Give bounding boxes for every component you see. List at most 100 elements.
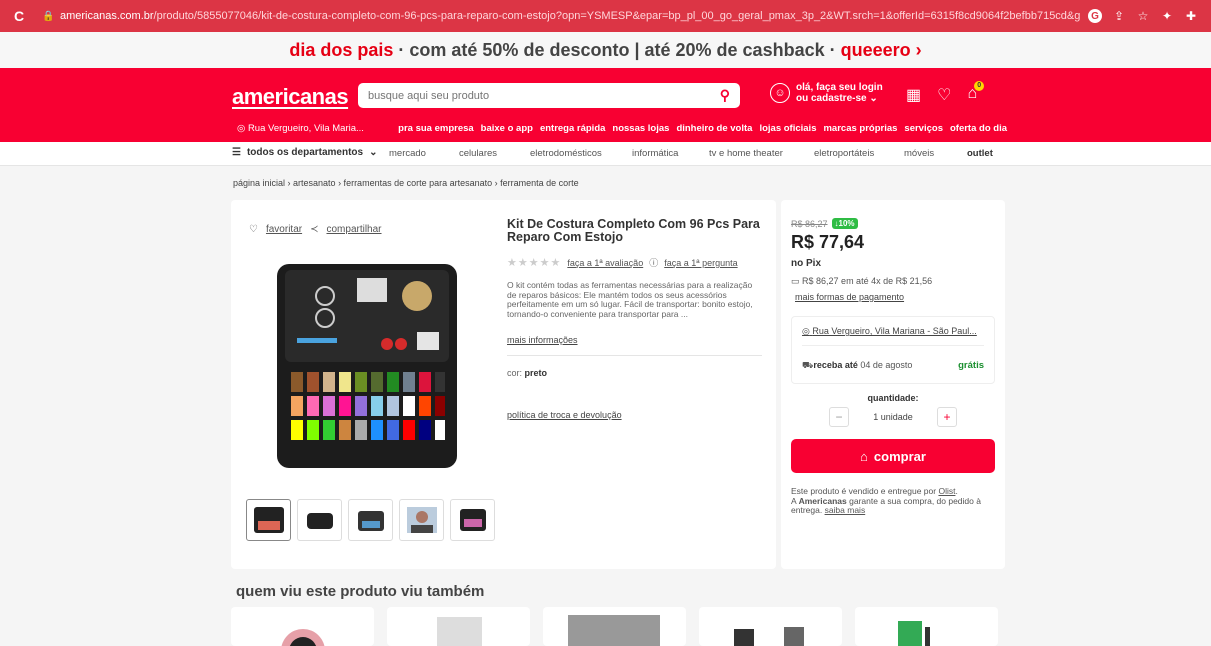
seller-brand: Americanas	[798, 495, 847, 506]
question-icon: ⓘ	[649, 258, 659, 268]
quantity-value: 1 unidade	[873, 412, 913, 422]
cart-count: 0	[974, 81, 985, 91]
heart-icon[interactable]: ♡	[249, 224, 258, 235]
product-actions: ♡ favoritar ≺ compartilhar	[249, 224, 382, 235]
reload-icon[interactable]: C	[14, 8, 32, 24]
header-nav-link[interactable]: baixe o app	[481, 123, 533, 134]
rating-row: ★★★★★ faça a 1ª avaliação ⓘ faça a 1ª pe…	[507, 256, 762, 269]
installments-text: R$ 86,27 em até 4x de R$ 21,56	[802, 276, 933, 286]
thumbnail[interactable]	[297, 499, 342, 541]
ask-link[interactable]: faça a 1ª pergunta	[664, 258, 737, 268]
return-policy-link[interactable]: política de troca e devolução	[507, 410, 762, 420]
recommendation-card[interactable]	[699, 607, 842, 646]
location-link[interactable]: ◎ Rua Vergueiro, Vila Maria...	[237, 123, 398, 134]
product-image[interactable]	[267, 256, 467, 476]
dept-item[interactable]: eletroportáteis	[814, 148, 874, 159]
heart-icon[interactable]: ♡	[937, 85, 951, 105]
recommendation-card[interactable]	[387, 607, 530, 646]
rate-link[interactable]: faça a 1ª avaliação	[567, 258, 643, 268]
puzzle-icon[interactable]: ✚	[1184, 9, 1198, 23]
header-nav-link[interactable]: pra sua empresa	[398, 123, 474, 134]
also-viewed-title: quem viu este produto viu também	[236, 583, 485, 600]
favorite-link[interactable]: favoritar	[266, 224, 302, 235]
header-nav: ◎ Rua Vergueiro, Vila Maria... pra sua e…	[237, 123, 1007, 134]
share-icon[interactable]: ⇪	[1112, 9, 1126, 23]
quantity-stepper: − 1 unidade +	[829, 407, 957, 427]
color-info: cor: preto	[507, 368, 762, 378]
old-price-row: R$ 86,27 ↓10%	[791, 218, 995, 229]
recommendation-card[interactable]	[231, 607, 374, 646]
decrease-button[interactable]: −	[829, 407, 849, 427]
search-input[interactable]	[368, 89, 720, 102]
seller-link[interactable]: Olist	[938, 486, 955, 496]
header-nav-link[interactable]: marcas próprias	[823, 123, 897, 134]
shipping-cost: grátis	[958, 360, 984, 371]
recommendation-card[interactable]	[855, 607, 998, 646]
header-nav-link[interactable]: oferta do dia	[950, 123, 1007, 134]
cart-icon[interactable]: ⌂ 0	[967, 81, 985, 105]
header-links: pra sua empresa baixe o app entrega rápida…	[398, 123, 1007, 134]
divider	[507, 355, 762, 356]
header-nav-link[interactable]: dinheiro de volta	[676, 123, 752, 134]
dept-item[interactable]: tv e home theater	[709, 148, 783, 159]
pix-label: no Pix	[791, 258, 822, 269]
shipping-box: ◎ Rua Vergueiro, Vila Mariana - São Paul…	[791, 316, 995, 384]
url-path: /produto/5855077046/kit-de-costura-compl…	[153, 10, 1080, 22]
thumbnail[interactable]	[348, 499, 393, 541]
lock-icon: 🔒	[42, 10, 55, 22]
dept-item[interactable]: informática	[632, 148, 678, 159]
dept-item[interactable]: eletrodomésticos	[530, 148, 602, 159]
shipping-address[interactable]: ◎ Rua Vergueiro, Vila Mariana - São Paul…	[802, 326, 977, 337]
dept-item[interactable]: móveis	[904, 148, 934, 159]
increase-button[interactable]: +	[936, 407, 957, 427]
site-header: americanas ⚲ ☺ olá, faça seu login ou ca…	[0, 68, 1211, 142]
discount-badge: ↓10%	[831, 218, 858, 229]
header-nav-link[interactable]: nossas lojas	[612, 123, 669, 134]
header-nav-link[interactable]: serviços	[904, 123, 943, 134]
dept-item[interactable]: celulares	[459, 148, 497, 159]
login-line1: olá, faça seu login	[796, 82, 883, 93]
promo-highlight: dia dos pais	[289, 40, 394, 60]
header-nav-link[interactable]: entrega rápida	[540, 123, 605, 134]
header-icons: ▦ ♡ ⌂ 0	[906, 81, 985, 105]
dept-item[interactable]: outlet	[967, 148, 993, 159]
promo-cta: queeero ›	[840, 40, 922, 60]
installments: ▭ R$ 86,27 em até 4x de R$ 21,56	[791, 276, 995, 287]
store-icon[interactable]: ▦	[906, 85, 921, 105]
seller-text: Este produto é vendido e entregue por	[791, 486, 939, 496]
more-payment-link[interactable]: mais formas de pagamento	[795, 292, 995, 302]
chevron-down-icon: ⌄	[369, 147, 378, 158]
user-icon: ☺	[770, 83, 790, 103]
learn-more-link[interactable]: saiba mais	[825, 505, 866, 515]
dept-item[interactable]: mercado	[389, 148, 426, 159]
address-bar[interactable]: americanas.com.br/produto/5855077046/kit…	[60, 10, 1080, 22]
browser-extensions: G ⇪ ☆ ✦ ✚	[1088, 9, 1198, 23]
recommendation-card[interactable]	[543, 607, 686, 646]
card-icon: ▭	[791, 276, 800, 286]
thumbnail-list	[246, 499, 495, 541]
buy-button[interactable]: ⌂ comprar	[791, 439, 995, 473]
more-info-link[interactable]: mais informações	[507, 335, 762, 345]
search-icon[interactable]: ⚲	[720, 87, 730, 104]
color-value: preto	[524, 368, 548, 378]
star-icon[interactable]: ☆	[1136, 9, 1150, 23]
extension-icon[interactable]: ✦	[1160, 9, 1174, 23]
seller-text: .	[955, 486, 958, 496]
logo[interactable]: americanas	[232, 84, 349, 110]
divider	[802, 345, 984, 346]
breadcrumb[interactable]: página inicial › artesanato › ferramenta…	[233, 178, 579, 188]
thumbnail[interactable]	[450, 499, 495, 541]
thumbnail[interactable]	[246, 499, 291, 541]
all-departments-menu[interactable]: ☰ todos os departamentos ⌄	[232, 147, 378, 158]
google-icon[interactable]: G	[1088, 9, 1102, 23]
promo-banner[interactable]: dia dos pais · com até 50% de desconto |…	[0, 32, 1211, 68]
thumbnail[interactable]	[399, 499, 444, 541]
share-link[interactable]: compartilhar	[326, 224, 381, 235]
delivery-estimate: ⛟receba até 04 de agosto	[802, 360, 912, 372]
color-label: cor:	[507, 368, 525, 378]
search-box[interactable]: ⚲	[358, 83, 740, 108]
login-link[interactable]: ☺ olá, faça seu login ou cadastre-se ⌄	[770, 82, 883, 104]
header-nav-link[interactable]: lojas oficiais	[759, 123, 816, 134]
share-icon[interactable]: ≺	[310, 224, 318, 235]
url-host: americanas.com.br	[60, 10, 154, 22]
